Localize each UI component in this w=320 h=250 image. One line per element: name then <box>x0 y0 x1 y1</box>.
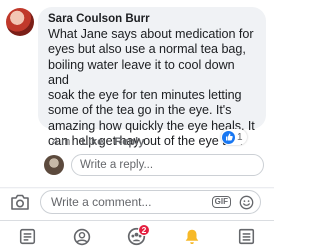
thumbs-up-icon <box>222 130 235 144</box>
comment-line: eyes but also use a normal tea bag, <box>48 42 246 57</box>
gif-icon[interactable]: GIF <box>211 196 231 208</box>
comment-line: What Jane says about medication for <box>48 27 254 41</box>
comment-input[interactable]: Write a comment... GIF <box>40 190 261 214</box>
commenter-avatar[interactable] <box>6 8 34 36</box>
user-avatar <box>44 155 64 175</box>
reaction-summary[interactable]: 1 <box>221 129 247 145</box>
nav-notifications[interactable] <box>179 224 205 250</box>
comment-line: boiling water leave it to cool down and <box>48 57 235 87</box>
divider <box>0 187 274 189</box>
comment-placeholder: Write a comment... <box>51 195 152 209</box>
bell-icon <box>185 229 199 244</box>
reaction-count: 1 <box>237 131 243 143</box>
reply-button[interactable]: Reply <box>114 136 144 148</box>
comment-line: some of the tea go in the eye. It's <box>48 103 232 118</box>
like-button[interactable]: Like <box>81 136 103 148</box>
nav-news-feed[interactable] <box>14 224 40 250</box>
comment-bubble: Sara Coulson Burr What Jane says about m… <box>38 7 266 148</box>
reply-input[interactable]: Write a reply... <box>71 154 264 176</box>
nav-groups[interactable]: 2 <box>124 223 150 250</box>
reply-placeholder: Write a reply... <box>80 159 154 171</box>
profile-icon <box>73 228 91 245</box>
camera-icon[interactable] <box>10 193 30 211</box>
bottom-nav: 2 <box>0 220 274 250</box>
nav-profile[interactable] <box>69 224 95 250</box>
menu-icon <box>239 228 255 245</box>
comment-actions: 4 m Like Reply <box>52 136 144 148</box>
comment-line: soak the eye for ten minutes letting <box>48 88 242 103</box>
comment-timestamp: 4 m <box>52 136 71 148</box>
comment-author[interactable]: Sara Coulson Burr <box>48 13 258 26</box>
news-feed-icon <box>19 228 35 245</box>
groups-badge: 2 <box>137 223 150 236</box>
nav-menu[interactable] <box>234 224 260 250</box>
emoji-icon[interactable] <box>239 195 254 210</box>
